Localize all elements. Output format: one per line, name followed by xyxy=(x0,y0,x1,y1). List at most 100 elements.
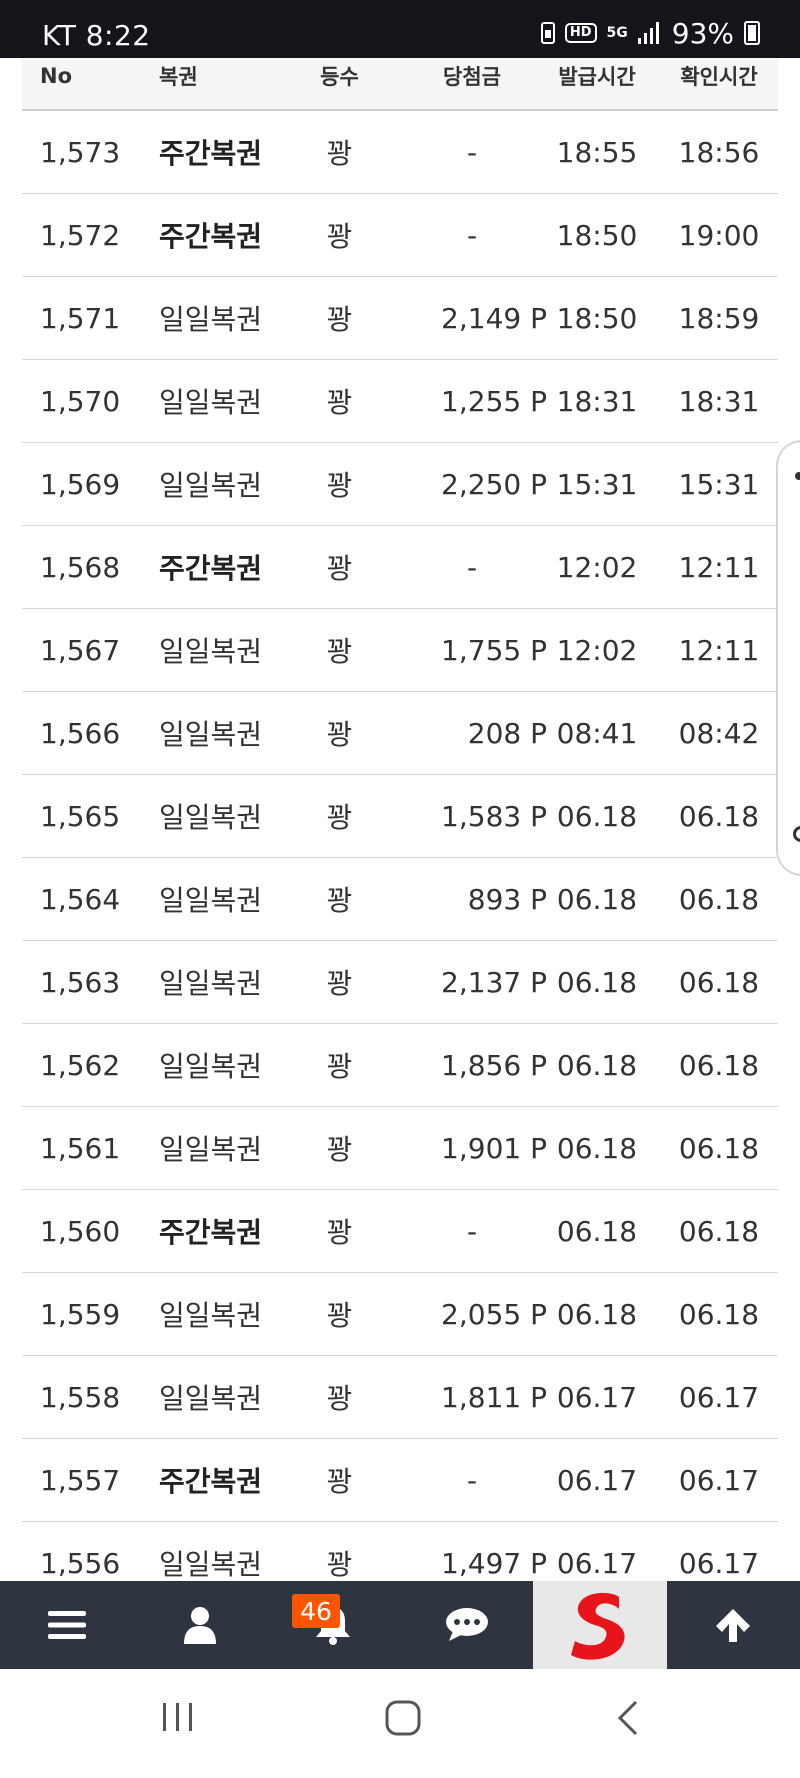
row-issued-time: 18:31 xyxy=(556,384,638,418)
row-prize: 1,255 P xyxy=(441,384,547,418)
handle-dot-icon xyxy=(795,472,800,480)
table-row: 1,573 주간복권 꽝 - 18:55 18:56 xyxy=(22,111,778,194)
row-prize: 208 P xyxy=(467,716,547,750)
row-no: 1,568 xyxy=(40,550,121,584)
row-no: 1,572 xyxy=(40,218,121,252)
row-no: 1,562 xyxy=(40,1048,121,1082)
row-prize: - xyxy=(466,135,478,169)
row-lottery-name: 주간복권 xyxy=(159,1216,263,1249)
row-grade: 꽝 xyxy=(326,220,353,253)
row-prize: 2,250 P xyxy=(441,467,547,501)
row-lottery-name: 일일복권 xyxy=(159,386,263,419)
row-grade: 꽝 xyxy=(326,1465,353,1498)
bottom-nav xyxy=(0,1581,800,1669)
brand-logo xyxy=(570,1592,625,1660)
table-row: 1,572 주간복권 꽝 - 18:50 19:00 xyxy=(22,194,778,277)
scroll-top-button[interactable] xyxy=(667,1581,800,1669)
row-grade: 꽝 xyxy=(326,137,353,170)
row-lottery-name: 일일복권 xyxy=(159,718,263,751)
row-prize: - xyxy=(466,550,478,584)
row-prize: 2,137 P xyxy=(441,965,547,999)
row-prize: - xyxy=(466,1214,478,1248)
table-row: 1,568 주간복권 꽝 - 12:02 12:11 xyxy=(22,526,778,609)
row-issued-time: 15:31 xyxy=(556,467,638,501)
row-issued-time: 06.18 xyxy=(556,1214,638,1248)
row-issued-time: 12:02 xyxy=(556,550,638,584)
row-lottery-name: 일일복권 xyxy=(159,884,263,917)
row-checked-time: 06.18 xyxy=(678,1297,760,1331)
row-no: 1,559 xyxy=(40,1297,121,1331)
row-checked-time: 06.18 xyxy=(678,1048,760,1082)
chat-icon xyxy=(445,1608,488,1641)
status-bar: KT 8:22 HD 5G 93% xyxy=(0,0,800,58)
row-issued-time: 06.17 xyxy=(556,1380,638,1414)
table-row: 1,562 일일복권 꽝 1,856 P 06.18 06.18 xyxy=(22,1024,778,1107)
row-issued-time: 06.18 xyxy=(556,799,638,833)
battery-icon xyxy=(744,21,760,45)
row-lottery-name: 일일복권 xyxy=(159,1382,263,1415)
row-grade: 꽝 xyxy=(326,801,353,834)
row-prize: 893 P xyxy=(467,882,547,916)
row-no: 1,570 xyxy=(40,384,121,418)
row-issued-time: 06.18 xyxy=(556,882,638,916)
row-checked-time: 06.17 xyxy=(678,1463,760,1497)
lottery-history-table: No 복권 등수 당첨금 발급시간 확인시간 1,573 주간복권 꽝 -18:55 1… xyxy=(22,58,778,1605)
recents-button[interactable] xyxy=(160,1699,196,1739)
row-lottery-name: 일일복권 xyxy=(159,1050,263,1083)
row-no: 1,566 xyxy=(40,716,121,750)
row-grade: 꽝 xyxy=(326,718,353,751)
row-issued-time: 08:41 xyxy=(556,716,638,750)
row-no: 1,565 xyxy=(40,799,121,833)
back-button[interactable] xyxy=(612,1699,642,1741)
table-row: 1,560 주간복권 꽝 - 06.18 06.18 xyxy=(22,1190,778,1273)
5g-icon: 5G xyxy=(606,25,628,41)
row-lottery-name: 주간복권 xyxy=(159,220,263,253)
menu-icon xyxy=(47,1611,86,1639)
row-grade: 꽝 xyxy=(326,1133,353,1166)
row-checked-time: 18:59 xyxy=(678,301,760,335)
row-prize: 1,901 P xyxy=(441,1131,547,1165)
row-checked-time: 12:11 xyxy=(678,550,760,584)
table-header: No 복권 등수 당첨금 발급시간 확인시간 xyxy=(22,58,778,111)
row-checked-time: 06.18 xyxy=(678,965,760,999)
row-prize: 1,811 P xyxy=(441,1380,547,1414)
row-grade: 꽝 xyxy=(326,552,353,585)
arrow-up-icon xyxy=(716,1609,751,1642)
chat-button[interactable] xyxy=(400,1581,533,1669)
table-row: 1,566 일일복권 꽝 208 P 08:41 08:42 xyxy=(22,692,778,775)
brand-logo-button[interactable] xyxy=(533,1581,667,1669)
table-row: 1,564 일일복권 꽝 893 P 06.18 06.18 xyxy=(22,858,778,941)
handle-ring-icon xyxy=(793,826,800,842)
row-lottery-name: 일일복권 xyxy=(159,303,263,336)
menu-button[interactable] xyxy=(0,1581,133,1669)
battery-saver-icon xyxy=(540,22,555,44)
home-button[interactable] xyxy=(384,1699,422,1741)
hd-voice-icon: HD xyxy=(564,23,597,43)
row-checked-time: 12:11 xyxy=(678,633,760,667)
row-checked-time: 19:00 xyxy=(678,218,760,252)
row-issued-time: 18:50 xyxy=(556,301,638,335)
row-grade: 꽝 xyxy=(326,303,353,336)
row-prize: 1,755 P xyxy=(441,633,547,667)
row-no: 1,558 xyxy=(40,1380,121,1414)
row-checked-time: 06.18 xyxy=(678,1214,760,1248)
profile-button[interactable] xyxy=(133,1581,266,1669)
row-grade: 꽝 xyxy=(326,469,353,502)
side-panel-handle[interactable] xyxy=(776,440,800,876)
row-lottery-name: 일일복권 xyxy=(159,801,263,834)
row-no: 1,571 xyxy=(40,301,121,335)
row-lottery-name: 일일복권 xyxy=(159,469,263,502)
row-grade: 꽝 xyxy=(326,967,353,1000)
row-lottery-name: 일일복권 xyxy=(159,1299,263,1332)
row-lottery-name: 일일복권 xyxy=(159,1133,263,1166)
row-lottery-name: 주간복권 xyxy=(159,1465,263,1498)
table-body: 1,573 주간복권 꽝 -18:55 18:56 1,572 주간복권 꽝 -18:50 19:… xyxy=(22,111,778,1605)
row-lottery-name: 일일복권 xyxy=(159,635,263,668)
status-time: KT 8:22 xyxy=(42,19,151,52)
row-issued-time: 06.18 xyxy=(556,1131,638,1165)
row-checked-time: 18:56 xyxy=(678,135,760,169)
row-no: 1,567 xyxy=(40,633,121,667)
row-prize: 1,583 P xyxy=(441,799,547,833)
row-grade: 꽝 xyxy=(326,1216,353,1249)
row-checked-time: 06.18 xyxy=(678,1131,760,1165)
